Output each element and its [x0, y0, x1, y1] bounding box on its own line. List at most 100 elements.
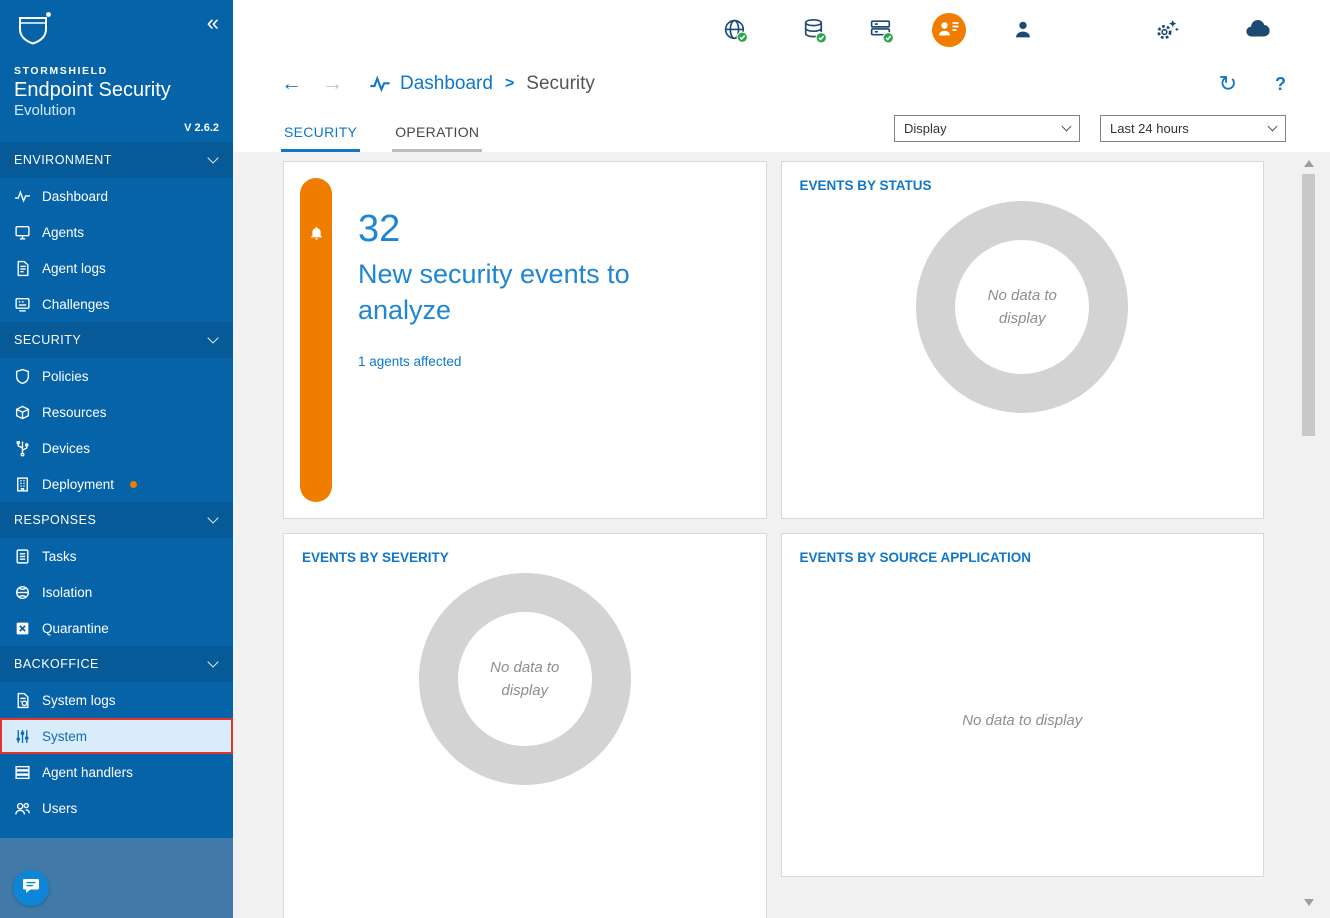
settings-sparkle-icon[interactable]: [1153, 17, 1180, 44]
time-range-dropdown[interactable]: Last 24 hours: [1100, 115, 1286, 142]
sidebar-footer: [0, 838, 233, 918]
sidebar-item-devices[interactable]: Devices: [0, 430, 233, 466]
agent-handlers-icon: [14, 764, 31, 781]
section-security[interactable]: SECURITY: [0, 322, 233, 358]
sidebar-item-agent-handlers[interactable]: Agent handlers: [0, 754, 233, 790]
sidebar-item-isolation[interactable]: Isolation: [0, 574, 233, 610]
sidebar-item-quarantine[interactable]: Quarantine: [0, 610, 233, 646]
new-events-headline: New security events to analyze: [358, 257, 633, 328]
sidebar-item-label: Dashboard: [42, 189, 108, 204]
system-logs-icon: [14, 692, 31, 709]
events-by-severity-card: EVENTS BY SEVERITY No data to display: [283, 533, 767, 918]
cloud-icon[interactable]: [1244, 16, 1272, 44]
events-by-status-card: EVENTS BY STATUS No data to display: [781, 161, 1265, 519]
sidebar-item-label: Quarantine: [42, 621, 109, 636]
sidebar-item-label: Users: [42, 801, 77, 816]
sidebar-item-policies[interactable]: Policies: [0, 358, 233, 394]
sidebar-item-label: Resources: [42, 405, 107, 420]
no-data-message: No data to display: [458, 612, 592, 746]
section-responses[interactable]: RESPONSES: [0, 502, 233, 538]
help-icon[interactable]: ?: [1275, 74, 1286, 95]
section-label: BACKOFFICE: [14, 657, 99, 671]
sidebar-nav: ENVIRONMENT Dashboard Agents Agent logs: [0, 142, 233, 838]
breadcrumb: ← → Dashboard > Security ↻ ?: [233, 60, 1330, 108]
main-area: ← → Dashboard > Security ↻ ? SECURITY OP…: [233, 0, 1330, 918]
sidebar-item-system[interactable]: System: [0, 718, 233, 754]
display-dropdown-value: Display: [904, 121, 947, 136]
chat-bubble-icon: [21, 876, 41, 901]
back-arrow-icon[interactable]: ←: [281, 72, 302, 96]
sidebar-item-label: Agent logs: [42, 261, 106, 276]
system-icon: [14, 728, 31, 745]
forward-arrow-icon[interactable]: →: [322, 72, 343, 96]
agents-affected-link[interactable]: 1 agents affected: [358, 354, 633, 369]
users-icon: [14, 800, 31, 817]
agents-icon: [14, 224, 31, 241]
card-title: EVENTS BY SEVERITY: [284, 534, 766, 565]
deployment-icon: [14, 476, 31, 493]
chevron-down-icon: [207, 512, 218, 523]
sidebar-item-resources[interactable]: Resources: [0, 394, 233, 430]
no-data-message: No data to display: [955, 240, 1089, 374]
new-events-card: 32 New security events to analyze 1 agen…: [283, 161, 767, 519]
status-donut-chart: No data to display: [916, 201, 1128, 413]
tasks-icon: [14, 548, 31, 565]
product-version: V 2.6.2: [14, 122, 219, 134]
no-data-message: No data to display: [962, 709, 1082, 732]
sidebar-item-label: Isolation: [42, 585, 92, 600]
database-status-icon[interactable]: [801, 17, 828, 44]
chevron-down-icon: [207, 152, 218, 163]
sidebar-item-tasks[interactable]: Tasks: [0, 538, 233, 574]
user-icon[interactable]: [1011, 18, 1035, 42]
network-status-icon[interactable]: [722, 17, 749, 44]
scroll-down-arrow[interactable]: [1304, 899, 1314, 906]
devices-icon: [14, 440, 31, 457]
sidebar-item-users[interactable]: Users: [0, 790, 233, 826]
events-by-source-card: EVENTS BY SOURCE APPLICATION No data to …: [781, 533, 1265, 877]
agent-handler-status-icon[interactable]: [868, 17, 895, 44]
tab-security[interactable]: SECURITY: [281, 124, 360, 152]
dashboard-content: 32 New security events to analyze 1 agen…: [233, 152, 1330, 918]
section-label: RESPONSES: [14, 513, 96, 527]
section-label: ENVIRONMENT: [14, 153, 112, 167]
display-dropdown[interactable]: Display: [894, 115, 1080, 142]
sidebar-collapse-button[interactable]: «: [207, 12, 219, 34]
sidebar-item-label: Devices: [42, 441, 90, 456]
resources-icon: [14, 404, 31, 421]
sidebar-item-challenges[interactable]: Challenges: [0, 286, 233, 322]
scrollbar-thumb[interactable]: [1302, 174, 1315, 436]
console-active-icon[interactable]: [931, 12, 967, 48]
sidebar-item-dashboard[interactable]: Dashboard: [0, 178, 233, 214]
sidebar-item-label: System logs: [42, 693, 116, 708]
bell-icon: [308, 226, 325, 248]
sidebar-item-label: Challenges: [42, 297, 110, 312]
time-range-dropdown-value: Last 24 hours: [1110, 121, 1189, 136]
new-events-count: 32: [358, 208, 633, 251]
sidebar-item-agents[interactable]: Agents: [0, 214, 233, 250]
card-title: EVENTS BY STATUS: [782, 162, 1264, 193]
scroll-up-arrow[interactable]: [1304, 160, 1314, 167]
breadcrumb-current-page: Security: [526, 73, 595, 95]
breadcrumb-separator: >: [505, 75, 514, 93]
stormshield-logo-icon: [14, 10, 54, 53]
tab-bar: SECURITY OPERATION Display Last 24 hours: [233, 108, 1330, 152]
sidebar-item-system-logs[interactable]: System logs: [0, 682, 233, 718]
challenges-icon: [14, 296, 31, 313]
alert-accent-bar: [300, 178, 332, 502]
sidebar-item-label: System: [42, 729, 87, 744]
chevron-down-icon: [1268, 122, 1278, 132]
chat-button[interactable]: [13, 870, 49, 906]
vertical-scrollbar[interactable]: [1301, 158, 1316, 908]
breadcrumb-dashboard-link[interactable]: Dashboard: [400, 73, 493, 95]
severity-donut-chart: No data to display: [419, 573, 631, 785]
sidebar-item-deployment[interactable]: Deployment: [0, 466, 233, 502]
section-environment[interactable]: ENVIRONMENT: [0, 142, 233, 178]
dashboard-pulse-icon: [369, 73, 391, 95]
section-backoffice[interactable]: BACKOFFICE: [0, 646, 233, 682]
sidebar-item-label: Tasks: [42, 549, 77, 564]
brand-name: STORMSHIELD: [14, 65, 219, 77]
refresh-icon[interactable]: ↻: [1219, 73, 1237, 95]
isolation-icon: [14, 584, 31, 601]
tab-operation[interactable]: OPERATION: [392, 124, 482, 152]
sidebar-item-agent-logs[interactable]: Agent logs: [0, 250, 233, 286]
